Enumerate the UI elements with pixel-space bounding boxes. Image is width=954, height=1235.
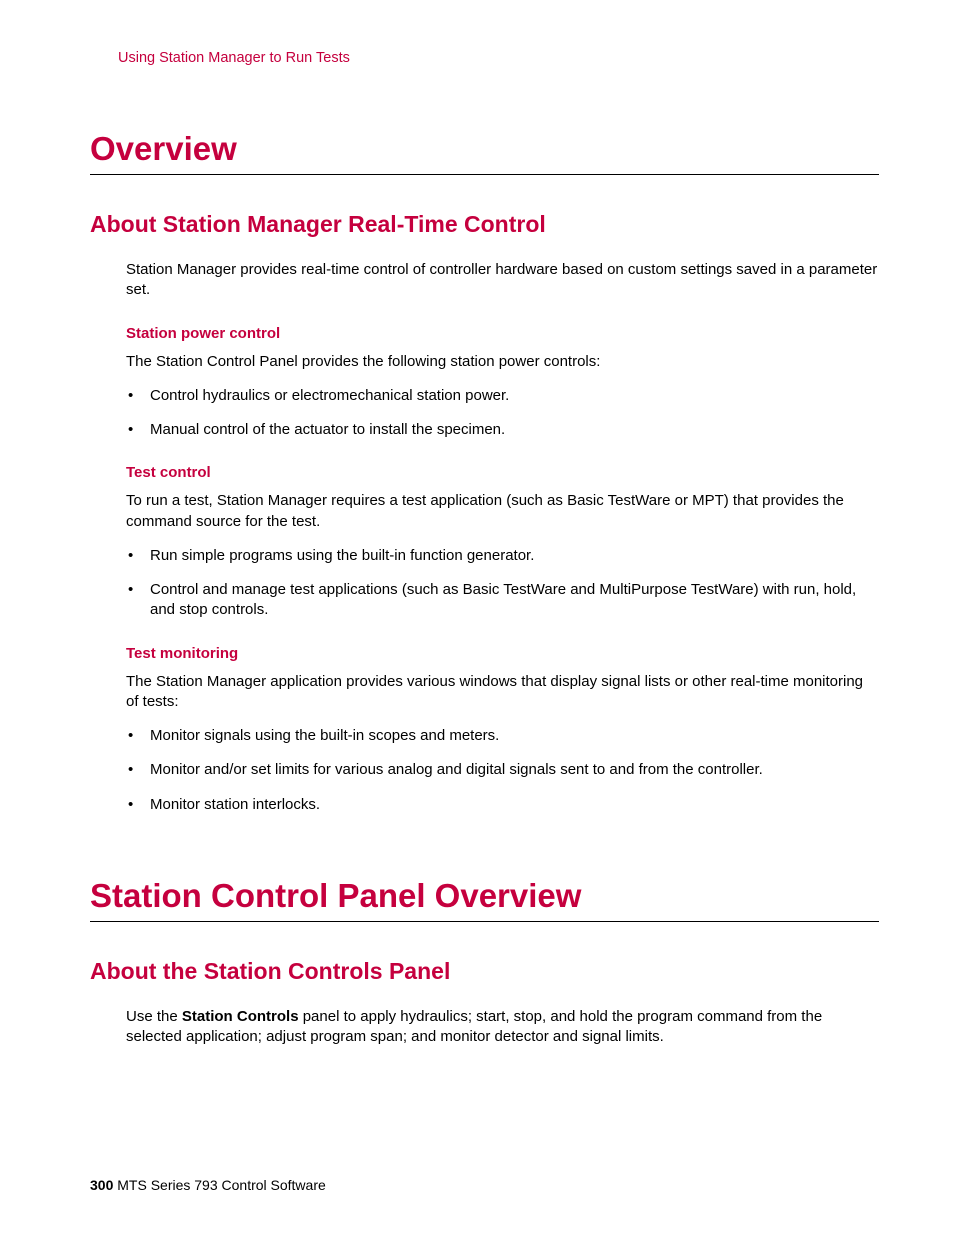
bullet-list: Control hydraulics or electromechanical … (126, 386, 879, 441)
list-item: Manual control of the actuator to instal… (126, 420, 879, 440)
intro-para: Station Manager provides real-time contr… (126, 260, 879, 301)
section-title-overview: Overview (90, 130, 879, 175)
group-title-test-monitoring: Test monitoring (126, 645, 879, 662)
list-item: Monitor and/or set limits for various an… (126, 760, 879, 780)
list-item: Run simple programs using the built-in f… (126, 546, 879, 566)
bullet-list: Monitor signals using the built-in scope… (126, 726, 879, 815)
group-intro: The Station Control Panel provides the f… (126, 352, 879, 372)
subsection-title-about-controls-panel: About the Station Controls Panel (90, 958, 879, 985)
group-intro: The Station Manager application provides… (126, 672, 879, 713)
list-item: Control and manage test applications (su… (126, 580, 879, 621)
intro-para: Use the Station Controls panel to apply … (126, 1007, 879, 1048)
footer-doc-title: MTS Series 793 Control Software (117, 1177, 326, 1193)
subsection-title-about-realtime: About Station Manager Real-Time Control (90, 211, 879, 238)
list-item: Monitor signals using the built-in scope… (126, 726, 879, 746)
text-prefix: Use the (126, 1008, 182, 1025)
section-title-station-control-panel: Station Control Panel Overview (90, 877, 879, 922)
bullet-list: Run simple programs using the built-in f… (126, 546, 879, 621)
list-item: Monitor station interlocks. (126, 795, 879, 815)
text-bold: Station Controls (182, 1008, 299, 1025)
breadcrumb: Using Station Manager to Run Tests (118, 50, 879, 66)
page-footer: 300 MTS Series 793 Control Software (90, 1177, 326, 1193)
group-title-station-power: Station power control (126, 325, 879, 342)
group-intro: To run a test, Station Manager requires … (126, 491, 879, 532)
group-title-test-control: Test control (126, 464, 879, 481)
page-number: 300 (90, 1177, 113, 1193)
list-item: Control hydraulics or electromechanical … (126, 386, 879, 406)
